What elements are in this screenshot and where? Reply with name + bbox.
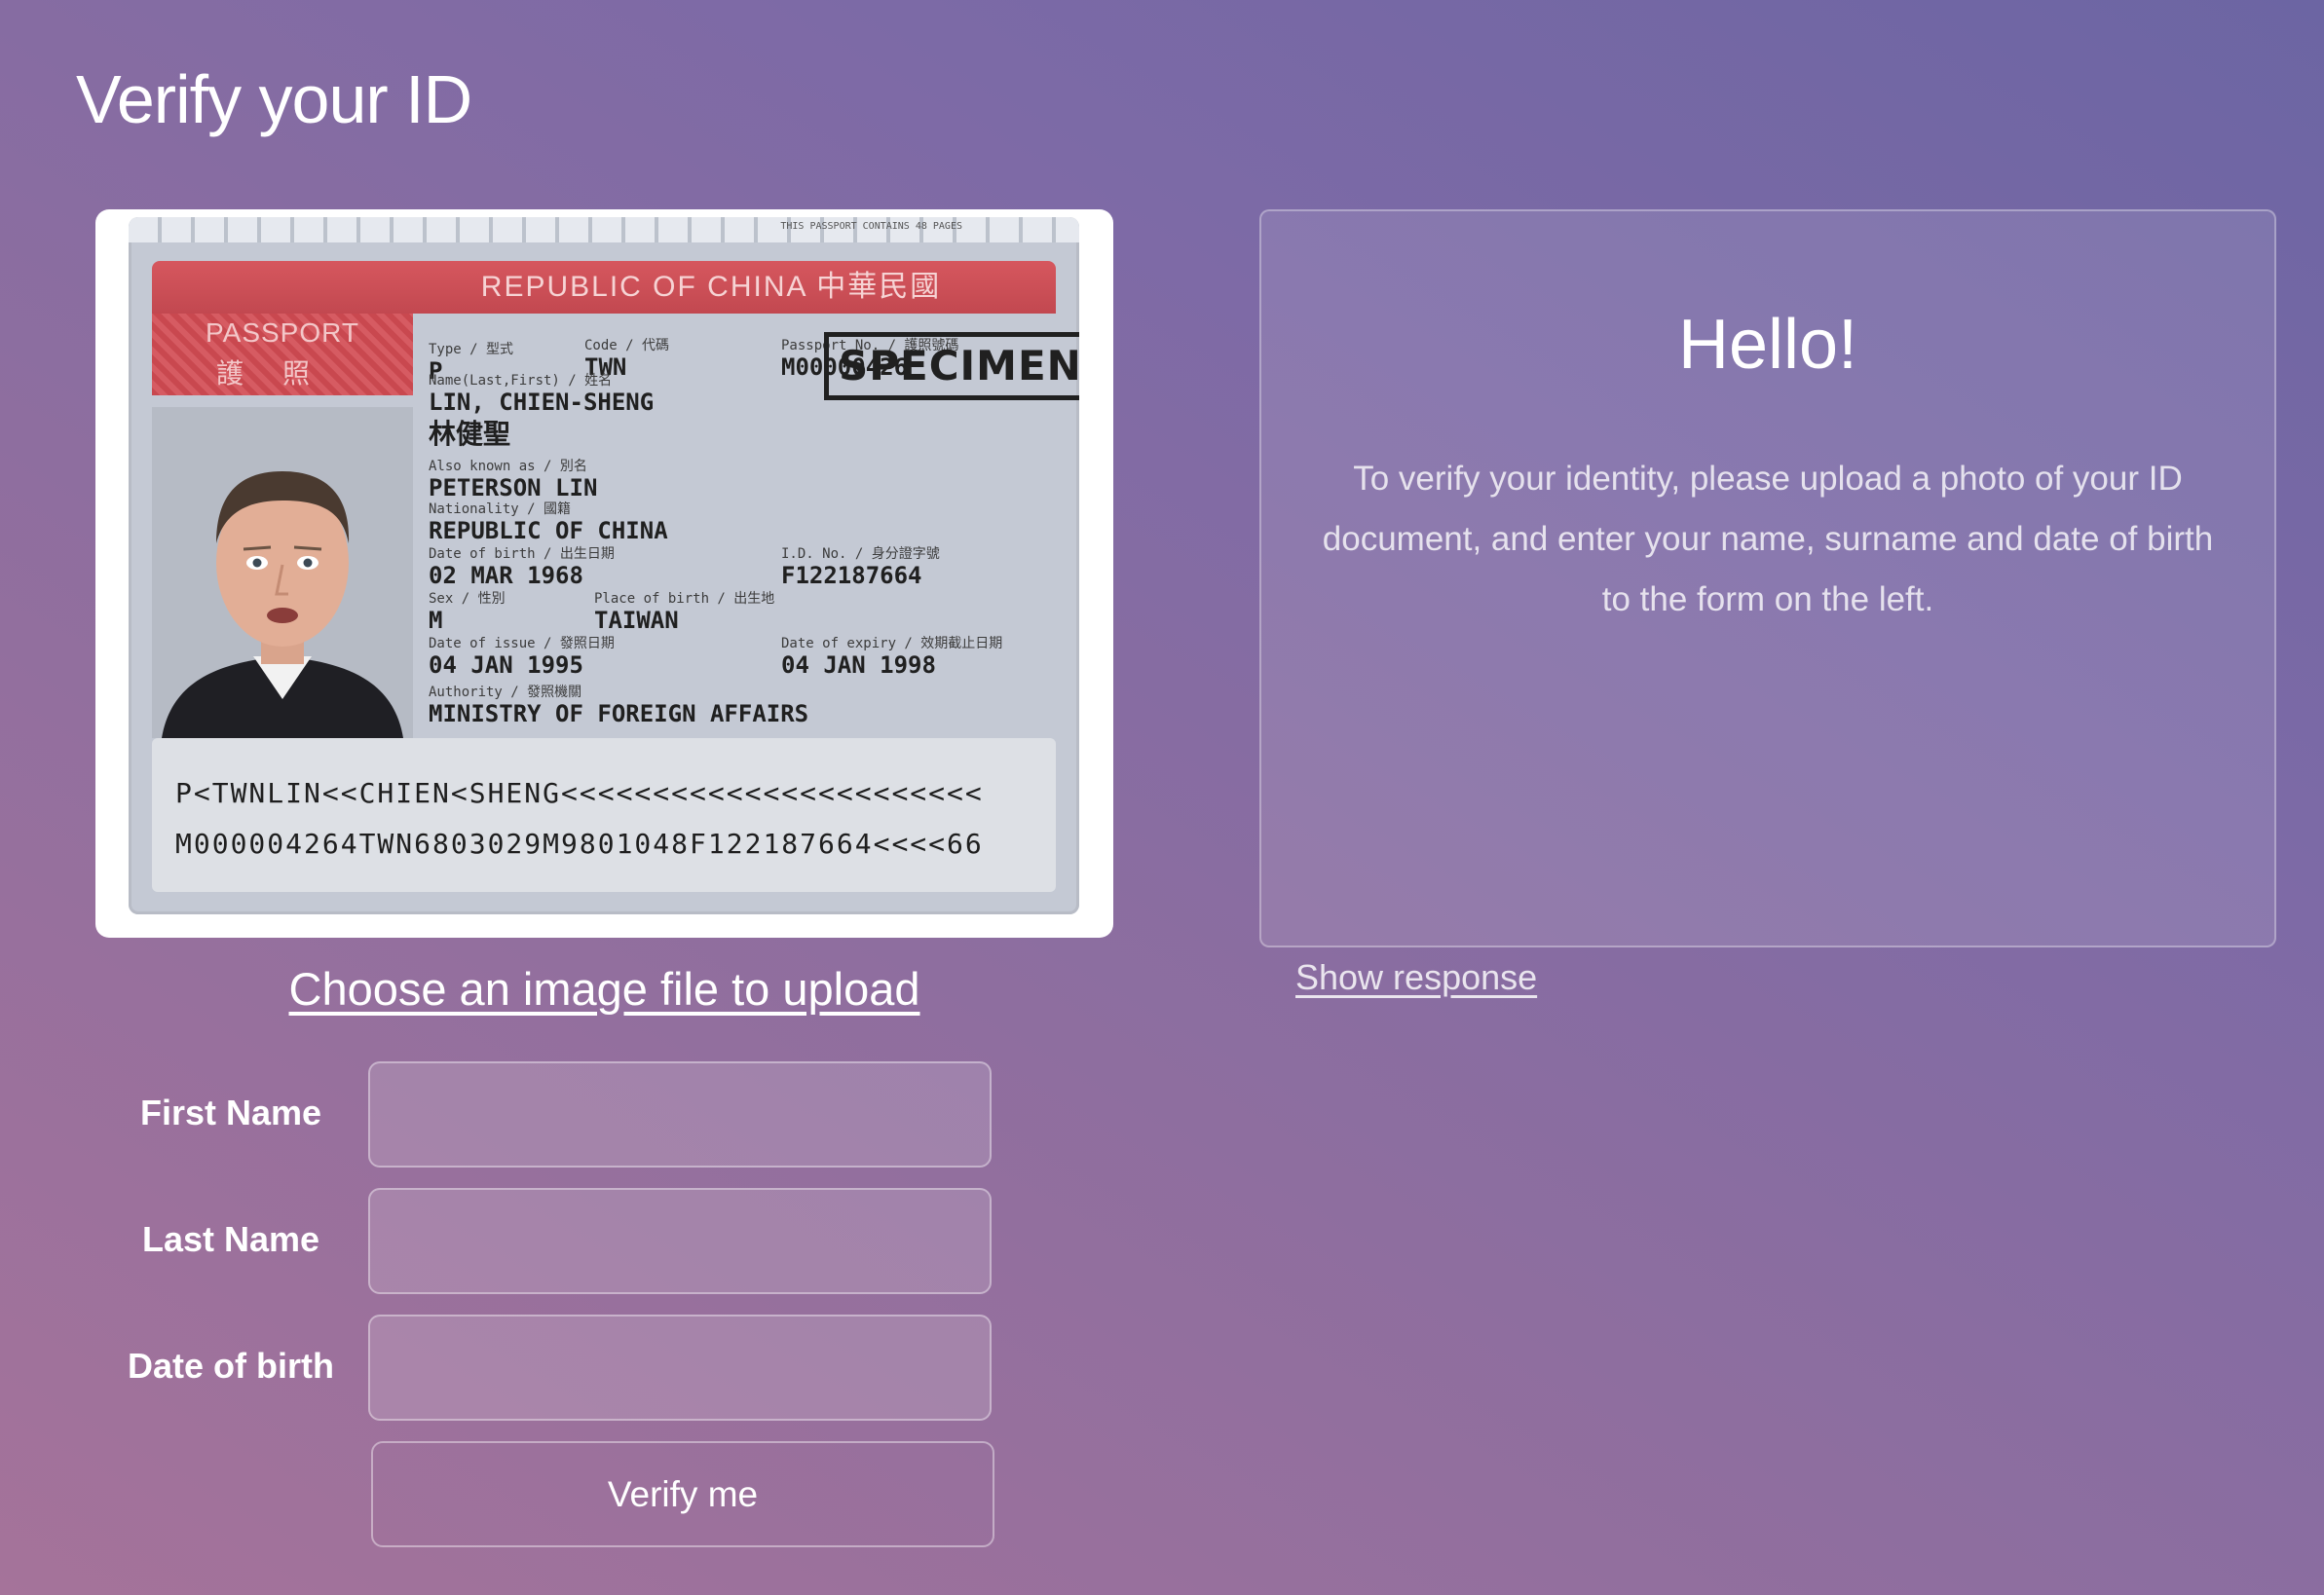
field-date-of-expiry-value: 04 JAN 1998 xyxy=(781,651,936,679)
first-name-label: First Name xyxy=(139,1093,322,1132)
field-dob: Date of birth / 出生日期 02 MAR 1968 xyxy=(429,546,615,588)
id-image-preview: THIS PASSPORT CONTAINS 48 PAGES REPUBLIC… xyxy=(95,209,1113,938)
verify-button[interactable]: Verify me xyxy=(371,1441,994,1547)
field-place-of-birth: Place of birth / 出生地 TAIWAN xyxy=(594,591,774,633)
field-dob-label: Date of birth / 出生日期 xyxy=(429,546,615,562)
field-date-of-expiry-label: Date of expiry / 效期截止日期 xyxy=(781,636,1003,651)
field-sex-value: M xyxy=(429,607,443,634)
mrz-line-1: P<TWNLIN<<CHIEN<SHENG<<<<<<<<<<<<<<<<<<<… xyxy=(175,777,984,809)
field-nationality: Nationality / 國籍 REPUBLIC OF CHINA xyxy=(429,501,668,543)
mrz-line-2: M000004264TWN6803029M9801048F122187664<<… xyxy=(175,828,984,860)
field-type-label: Type / 型式 xyxy=(429,342,514,357)
first-name-input[interactable] xyxy=(368,1061,992,1168)
holder-photo xyxy=(152,407,413,738)
passport-banner: REPUBLIC OF CHINA 中華民國 xyxy=(152,261,1056,314)
passport-page: THIS PASSPORT CONTAINS 48 PAGES REPUBLIC… xyxy=(129,217,1079,914)
date-of-birth-label: Date of birth xyxy=(128,1346,334,1386)
field-id-no-value: F122187664 xyxy=(781,562,922,589)
field-sex-label: Sex / 性別 xyxy=(429,591,506,607)
field-name-label: Name(Last,First) / 姓名 xyxy=(429,373,613,389)
upload-file-link[interactable]: Choose an image file to upload xyxy=(95,962,1113,1016)
field-code-label: Code / 代碼 xyxy=(584,338,670,353)
field-name-value: LIN, CHIEN-SHENG xyxy=(429,389,655,416)
response-title: Hello! xyxy=(1677,306,1858,384)
passport-doc-word-cjk: 護照 xyxy=(215,358,349,389)
show-response-link[interactable]: Show response xyxy=(1295,957,1537,998)
field-name: Name(Last,First) / 姓名 LIN, CHIEN-SHENG 林… xyxy=(429,373,654,454)
field-aka-label: Also known as / 別名 xyxy=(429,459,587,474)
last-name-label: Last Name xyxy=(141,1219,320,1259)
field-name-value-cjk: 林健聖 xyxy=(429,418,511,450)
field-date-of-expiry: Date of expiry / 效期截止日期 04 JAN 1998 xyxy=(781,636,1002,678)
date-of-birth-input[interactable] xyxy=(368,1315,992,1421)
field-date-of-issue: Date of issue / 發照日期 04 JAN 1995 xyxy=(429,636,615,678)
field-date-of-issue-value: 04 JAN 1995 xyxy=(429,651,583,679)
passport-banner-text: REPUBLIC OF CHINA 中華民國 xyxy=(480,271,942,303)
passport-doc-word: PASSPORT xyxy=(206,317,359,348)
field-id-no: I.D. No. / 身分證字號 F122187664 xyxy=(781,546,940,588)
response-panel: Hello! To verify your identity, please u… xyxy=(1259,209,2276,947)
field-dob-value: 02 MAR 1968 xyxy=(429,562,583,589)
passport-fine-print: THIS PASSPORT CONTAINS 48 PAGES xyxy=(780,221,962,232)
field-aka-value: PETERSON LIN xyxy=(429,474,598,501)
holder-portrait-icon xyxy=(152,407,413,738)
field-place-of-birth-label: Place of birth / 出生地 xyxy=(594,591,775,607)
last-name-input[interactable] xyxy=(368,1188,992,1294)
passport-doc-tag: PASSPORT 護照 xyxy=(152,314,413,395)
field-aka: Also known as / 別名 PETERSON LIN xyxy=(429,459,597,501)
page-title: Verify your ID xyxy=(76,61,472,137)
mrz-zone: P<TWNLIN<<CHIEN<SHENG<<<<<<<<<<<<<<<<<<<… xyxy=(152,738,1056,892)
field-nationality-value: REPUBLIC OF CHINA xyxy=(429,517,668,544)
field-sex: Sex / 性別 M xyxy=(429,591,506,633)
field-place-of-birth-value: TAIWAN xyxy=(594,607,679,634)
field-authority-label: Authority / 發照機關 xyxy=(429,685,582,700)
field-nationality-label: Nationality / 國籍 xyxy=(429,501,572,517)
field-date-of-issue-label: Date of issue / 發照日期 xyxy=(429,636,615,651)
field-authority-value: MINISTRY OF FOREIGN AFFAIRS xyxy=(429,700,809,727)
response-message: To verify your identity, please upload a… xyxy=(1322,460,2214,618)
field-id-no-label: I.D. No. / 身分證字號 xyxy=(781,546,940,562)
field-authority: Authority / 發照機關 MINISTRY OF FOREIGN AFF… xyxy=(429,685,808,726)
specimen-stamp: SPECIMEN xyxy=(824,332,1079,400)
